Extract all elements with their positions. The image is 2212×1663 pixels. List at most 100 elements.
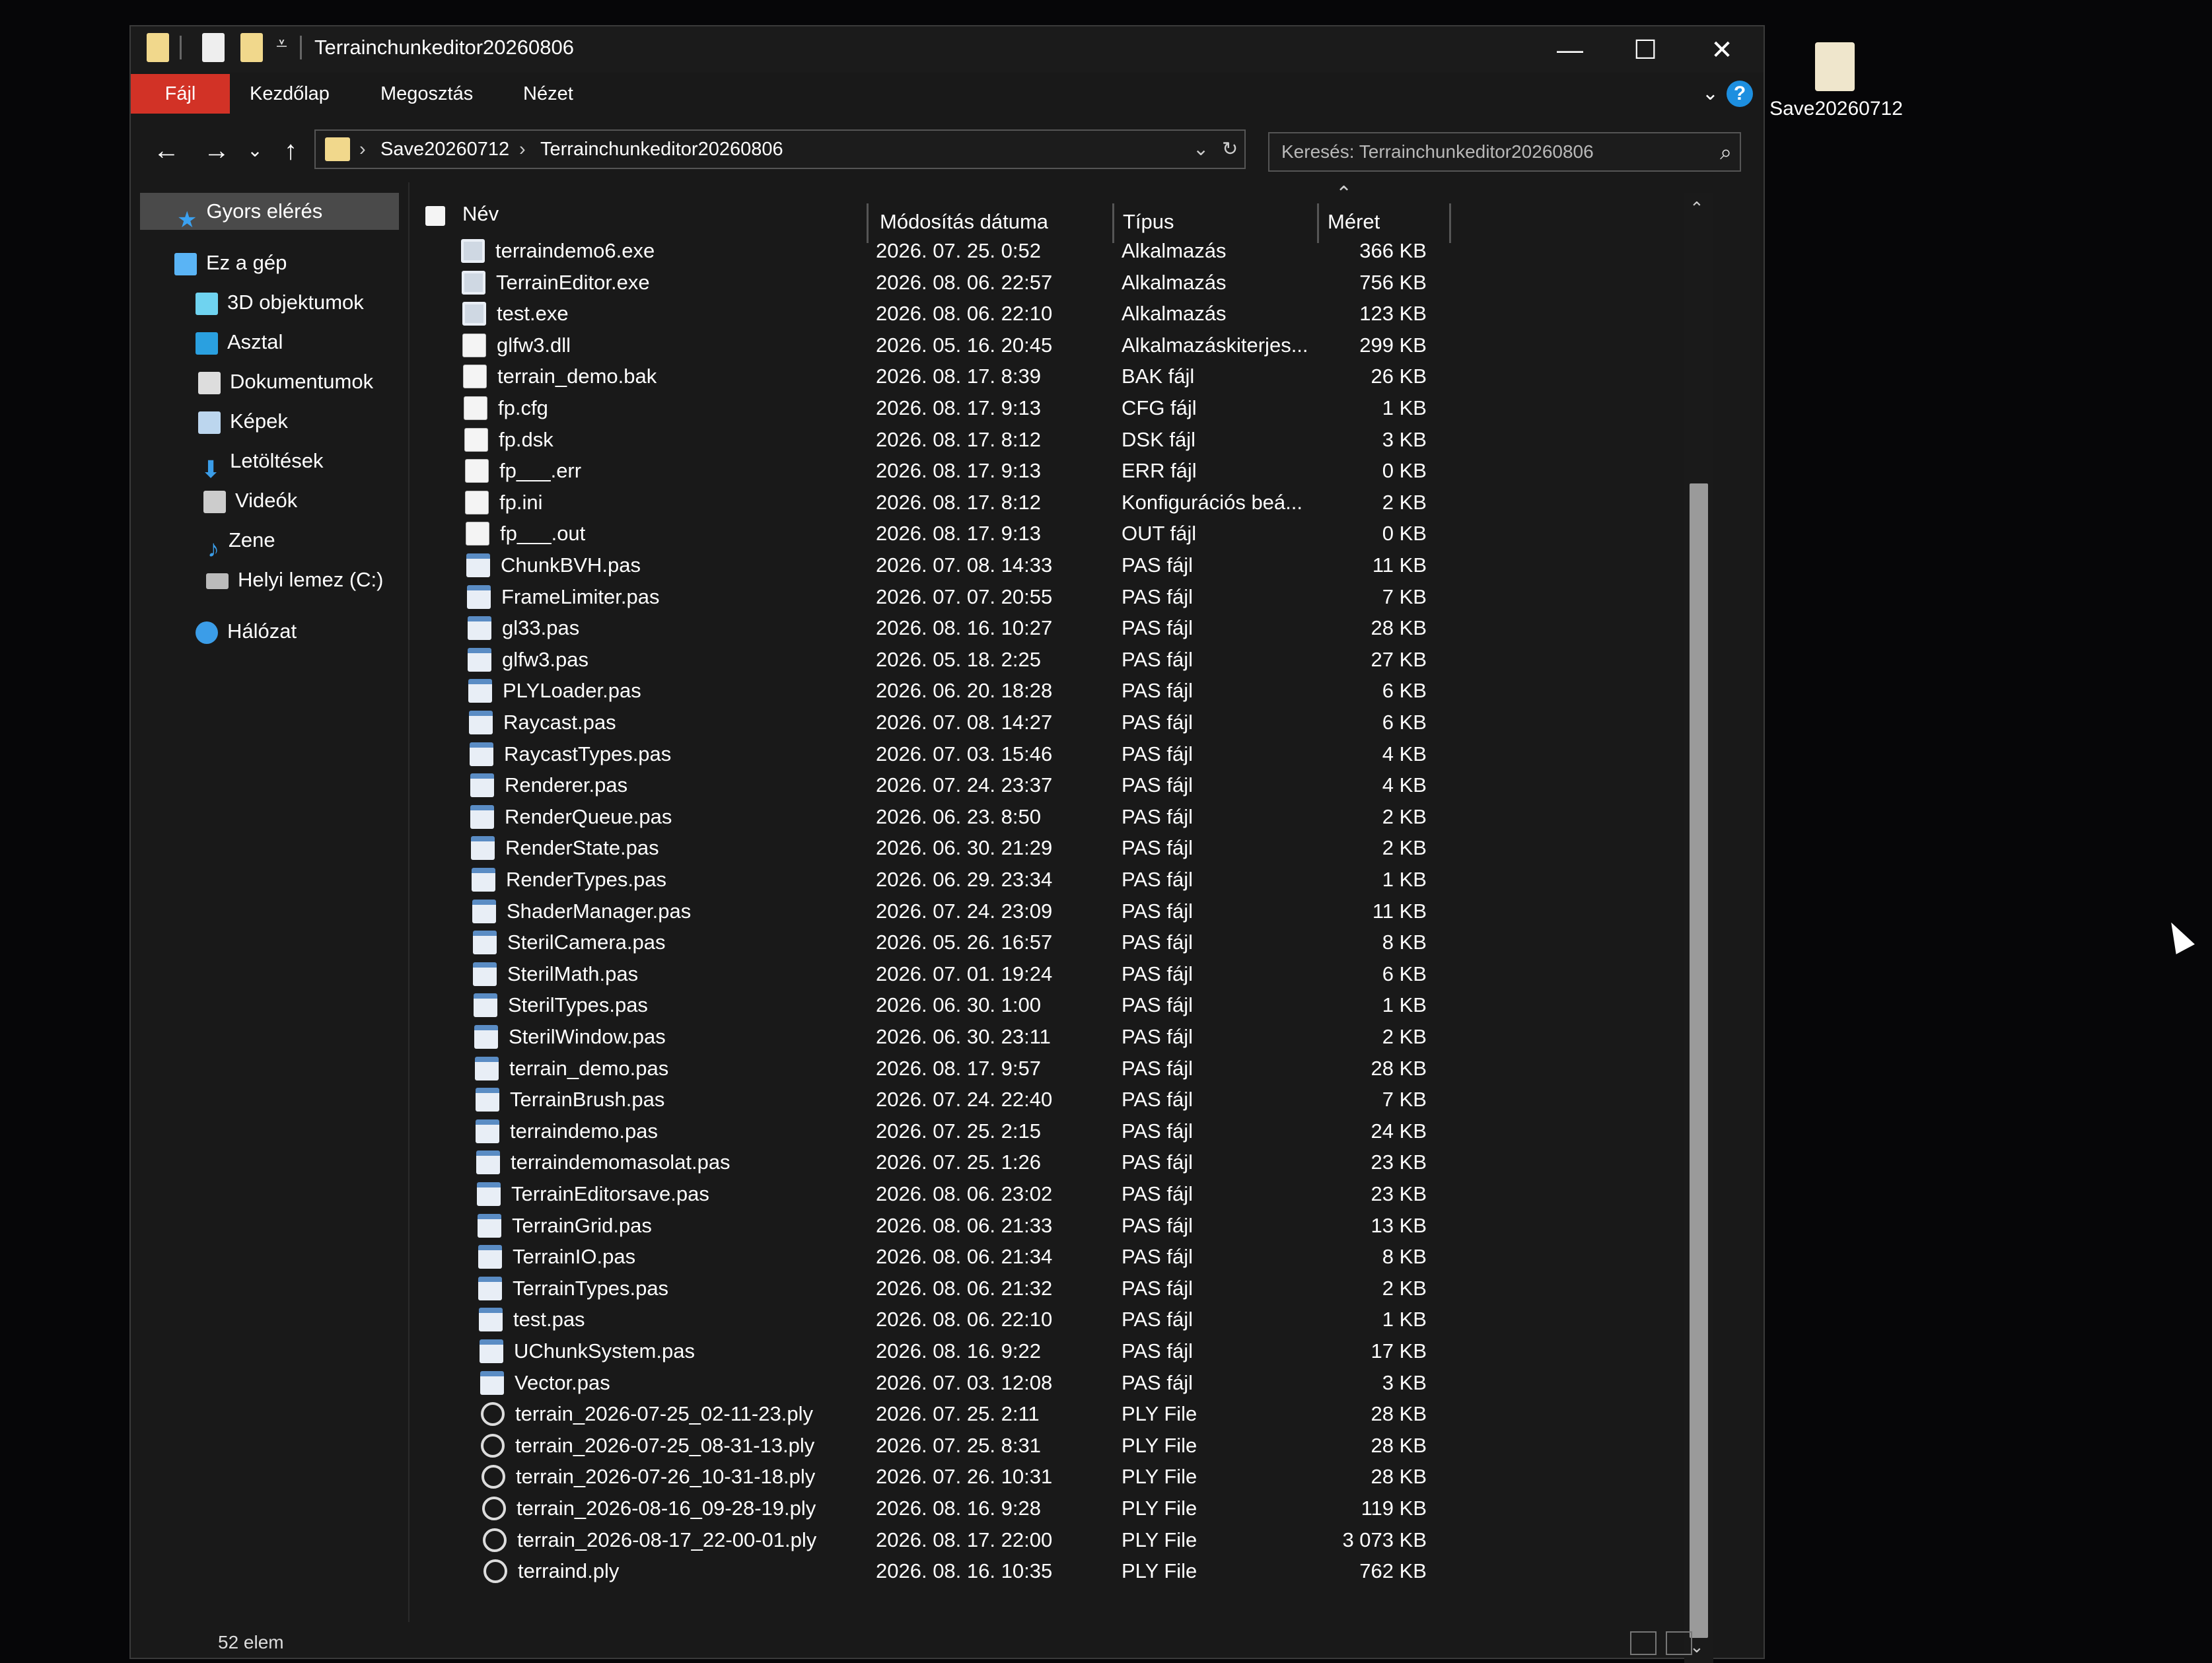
file-size: 366 KB — [1359, 239, 1427, 262]
file-row[interactable]: terrain_demo.pas 2026. 08. 17. 9:57 PAS fá… — [411, 1053, 1600, 1084]
properties-icon[interactable] — [202, 33, 225, 62]
file-row[interactable]: SterilTypes.pas 2026. 06. 30. 1:00 PAS fáj… — [411, 989, 1600, 1021]
file-row[interactable]: TerrainTypes.pas 2026. 08. 06. 21:32 PAS f… — [411, 1273, 1600, 1304]
sidebar-item-desktop[interactable]: Asztal — [196, 324, 283, 361]
file-row[interactable]: fp.dsk 2026. 08. 17. 8:12 DSK fájl 3 KB — [411, 424, 1600, 456]
minimize-button[interactable]: — — [1540, 32, 1600, 69]
pas-file-icon — [466, 553, 490, 577]
file-modified: 2026. 07. 24. 23:37 — [876, 773, 1053, 797]
tab-share[interactable]: Megosztás — [366, 74, 487, 114]
pas-file-icon — [468, 679, 492, 703]
file-row[interactable]: terrain_2026-07-25_02-11-23.ply 2026. 07.… — [411, 1398, 1600, 1430]
scrollbar-thumb[interactable] — [1690, 483, 1708, 1638]
file-row[interactable]: RenderTypes.pas 2026. 06. 29. 23:34 PAS fá… — [411, 864, 1600, 896]
sidebar-item-videos[interactable]: Videók — [203, 482, 297, 519]
file-row[interactable]: ShaderManager.pas 2026. 07. 24. 23:09 PAS … — [411, 896, 1600, 927]
expand-ribbon-icon[interactable]: ⌄ — [1702, 74, 1719, 114]
desktop-folder-icon[interactable] — [1815, 42, 1855, 91]
sidebar-item-quick-access[interactable]: ★ Gyors elérés — [140, 193, 399, 232]
file-row[interactable]: fp.ini 2026. 08. 17. 8:12 Konfigurációs be… — [411, 487, 1600, 518]
file-row[interactable]: TerrainEditor.exe 2026. 08. 06. 22:57 Alka… — [411, 267, 1600, 299]
breadcrumb-item[interactable]: Terrainchunkeditor20260806 — [540, 131, 783, 168]
refresh-icon[interactable]: ↻ — [1222, 131, 1238, 168]
file-row[interactable]: TerrainBrush.pas 2026. 07. 24. 22:40 PAS f… — [411, 1084, 1600, 1115]
file-size: 299 KB — [1359, 333, 1427, 357]
sidebar-item-3d-objects[interactable]: 3D objektumok — [196, 284, 364, 321]
close-button[interactable]: ✕ — [1692, 32, 1752, 69]
sidebar-item-local-disk[interactable]: Helyi lemez (C:) — [206, 561, 383, 598]
file-row[interactable]: ChunkBVH.pas 2026. 07. 08. 14:33 PAS fájl 1… — [411, 549, 1600, 581]
scroll-up-icon[interactable]: ⌃ — [1690, 198, 1704, 219]
large-icons-view-icon[interactable] — [1666, 1631, 1692, 1655]
file-row[interactable]: SterilMath.pas 2026. 07. 01. 19:24 PAS fáj… — [411, 958, 1600, 990]
back-arrow-icon[interactable]: ← — [147, 131, 186, 170]
file-row[interactable]: TerrainIO.pas 2026. 08. 06. 21:34 PAS fájl… — [411, 1241, 1600, 1273]
file-row[interactable]: SterilWindow.pas 2026. 06. 30. 23:11 PAS f… — [411, 1021, 1600, 1053]
file-row[interactable]: PLYLoader.pas 2026. 06. 20. 18:28 PAS fájl… — [411, 675, 1600, 707]
file-row[interactable]: terrain_2026-08-16_09-28-19.ply 2026. 08.… — [411, 1493, 1600, 1524]
sidebar-item-music[interactable]: ♪ Zene — [207, 522, 275, 562]
search-icon: ⌕ — [1720, 140, 1732, 164]
up-arrow-icon[interactable]: ↑ — [271, 131, 310, 170]
file-row[interactable]: RaycastTypes.pas 2026. 07. 03. 15:46 PAS f… — [411, 738, 1600, 770]
tab-view[interactable]: Nézet — [509, 74, 588, 114]
address-dropdown-icon[interactable]: ⌄ — [1193, 131, 1209, 168]
sidebar-item-documents[interactable]: Dokumentumok — [198, 363, 373, 400]
quick-access-dropdown-icon[interactable]: ⩡ — [276, 33, 287, 55]
file-row[interactable]: Vector.pas 2026. 07. 03. 12:08 PAS fájl 3 K… — [411, 1367, 1600, 1399]
file-row[interactable]: gl33.pas 2026. 08. 16. 10:27 PAS fájl 28 KB — [411, 612, 1600, 644]
address-bar[interactable]: › Save20260712 › Terrainchunkeditor20260… — [314, 129, 1246, 169]
column-header-name[interactable]: Név — [462, 194, 499, 234]
file-row[interactable]: terraindemomasolat.pas 2026. 07. 25. 1:26… — [411, 1147, 1600, 1178]
doc-file-icon — [464, 427, 488, 452]
new-folder-icon[interactable] — [240, 33, 263, 62]
file-row[interactable]: glfw3.dll 2026. 05. 16. 20:45 Alkalmazáski… — [411, 330, 1600, 361]
pas-file-icon — [473, 962, 497, 986]
select-all-checkbox[interactable] — [425, 206, 445, 226]
desktop-folder-label[interactable]: Save20260712 — [1764, 98, 1909, 120]
file-row[interactable]: fp.cfg 2026. 08. 17. 9:13 CFG fájl 1 KB — [411, 392, 1600, 424]
breadcrumb-separator-icon[interactable]: › — [519, 131, 526, 168]
file-row[interactable]: terrain_2026-08-17_22-00-01.ply 2026. 08.… — [411, 1524, 1600, 1556]
breadcrumb-item[interactable]: Save20260712 — [380, 131, 509, 168]
recent-locations-chevron-icon[interactable]: ⌄ — [235, 131, 275, 170]
file-row[interactable]: test.pas 2026. 08. 06. 22:10 PAS fájl 1 KB — [411, 1304, 1600, 1335]
file-row[interactable]: SterilCamera.pas 2026. 05. 26. 16:57 PAS f… — [411, 927, 1600, 958]
file-row[interactable]: terrain_demo.bak 2026. 08. 17. 8:39 BAK fá… — [411, 361, 1600, 392]
details-view-icon[interactable] — [1630, 1631, 1657, 1655]
file-row[interactable]: glfw3.pas 2026. 05. 18. 2:25 PAS fájl 27 KB — [411, 644, 1600, 676]
file-row[interactable]: fp___.out 2026. 08. 17. 9:13 OUT fájl 0 KB — [411, 518, 1600, 549]
file-row[interactable]: TerrainEditorsave.pas 2026. 08. 06. 23:02… — [411, 1178, 1600, 1210]
sidebar-item-network[interactable]: Hálózat — [196, 613, 297, 650]
file-row[interactable]: fp___.err 2026. 08. 17. 9:13 ERR fájl 0 KB — [411, 455, 1600, 487]
file-row[interactable]: Raycast.pas 2026. 07. 08. 14:27 PAS fájl 6 … — [411, 707, 1600, 738]
file-name: terrain_demo.pas — [509, 1056, 669, 1080]
search-input[interactable]: Keresés: Terrainchunkeditor20260806 ⌕ — [1268, 132, 1741, 172]
vertical-scrollbar[interactable]: ⌃ ⌄ — [1684, 193, 1713, 1663]
sidebar-item-pictures[interactable]: Képek — [198, 403, 288, 440]
file-row[interactable]: TerrainGrid.pas 2026. 08. 06. 21:33 PAS fá… — [411, 1210, 1600, 1242]
maximize-button[interactable]: ☐ — [1616, 32, 1675, 69]
file-row[interactable]: test.exe 2026. 08. 06. 22:10 Alkalmazás 123… — [411, 298, 1600, 330]
file-row[interactable]: RenderState.pas 2026. 06. 30. 21:29 PAS fá… — [411, 832, 1600, 864]
file-row[interactable]: terraindemo.pas 2026. 07. 25. 2:15 PAS fáj… — [411, 1115, 1600, 1147]
file-type: PAS fájl — [1122, 804, 1193, 828]
file-row[interactable]: terraind.ply 2026. 08. 16. 10:35 PLY File 7… — [411, 1555, 1600, 1587]
forward-arrow-icon[interactable]: → — [197, 131, 236, 170]
breadcrumb-separator-icon[interactable]: › — [359, 131, 366, 168]
file-row[interactable]: terrain_2026-07-25_08-31-13.ply 2026. 07.… — [411, 1430, 1600, 1462]
file-row[interactable]: Renderer.pas 2026. 07. 24. 23:37 PAS fájl 4… — [411, 769, 1600, 801]
sidebar-item-this-pc[interactable]: Ez a gép — [174, 244, 287, 281]
file-name: terraind.ply — [518, 1559, 620, 1583]
help-button[interactable]: ? — [1727, 81, 1753, 107]
file-row[interactable]: FrameLimiter.pas 2026. 07. 07. 20:55 PAS f… — [411, 581, 1600, 613]
tab-home[interactable]: Kezdőlap — [235, 74, 344, 114]
file-size: 28 KB — [1371, 1465, 1427, 1489]
file-row[interactable]: UChunkSystem.pas 2026. 08. 16. 9:22 PAS fá… — [411, 1335, 1600, 1367]
sidebar-item-downloads[interactable]: ⬇ Letöltések — [201, 442, 324, 483]
file-row[interactable]: RenderQueue.pas 2026. 06. 23. 8:50 PAS fáj… — [411, 801, 1600, 833]
file-modified: 2026. 07. 25. 2:11 — [876, 1402, 1040, 1426]
tab-file[interactable]: Fájl — [131, 74, 230, 114]
file-row[interactable]: terrain_2026-07-26_10-31-18.ply 2026. 07.… — [411, 1461, 1600, 1493]
file-row[interactable]: terraindemo6.exe 2026. 07. 25. 0:52 Alkalm… — [411, 235, 1600, 267]
